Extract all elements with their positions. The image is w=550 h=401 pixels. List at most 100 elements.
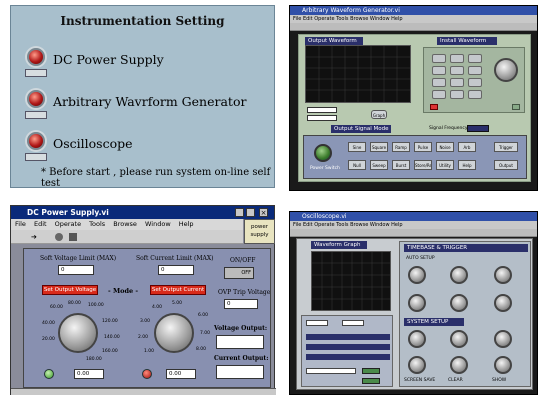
mode-button-ramp[interactable]: Ramp — [392, 142, 410, 152]
voltage-tick: 60.00 — [50, 305, 63, 310]
mode-button-pulse[interactable]: Pulse — [414, 142, 432, 152]
menu-browse[interactable]: Browse — [113, 220, 137, 228]
trigger-knob[interactable] — [494, 266, 512, 284]
awg-led[interactable] — [27, 90, 45, 108]
voltage-knob[interactable] — [58, 313, 98, 353]
open-file-button[interactable] — [362, 368, 380, 374]
toolbar[interactable] — [290, 23, 537, 31]
single-knob[interactable] — [450, 294, 468, 312]
system-setup-header: SYSTEM SETUP — [404, 318, 464, 326]
roll-knob[interactable] — [408, 294, 426, 312]
voltage-output-display — [216, 335, 264, 349]
menu-tools[interactable]: Tools — [89, 220, 105, 228]
current-limit-input[interactable]: 0 — [158, 265, 194, 275]
menu-bar[interactable]: File Edit Operate Tools Browse Window He… — [290, 221, 537, 229]
file-path-field[interactable] — [306, 368, 356, 374]
maximize-button[interactable] — [246, 208, 255, 217]
key[interactable] — [450, 54, 464, 63]
coupling-select[interactable] — [342, 320, 364, 326]
key[interactable] — [432, 78, 446, 87]
voltage-tick: 160.00 — [102, 349, 118, 354]
mode-button-square[interactable]: Square — [370, 142, 388, 152]
menu-window[interactable]: Window — [145, 220, 171, 228]
scope-right-panel: TIMEBASE & TRIGGER AUTO SETUP SYSTEM SET… — [399, 241, 531, 387]
mode-button-null[interactable]: Null — [348, 160, 366, 170]
key[interactable] — [450, 78, 464, 87]
main-knob[interactable] — [450, 266, 468, 284]
graph-button[interactable]: Graph — [371, 110, 387, 119]
mode-button-sine[interactable]: Sine — [348, 142, 366, 152]
coupling-bar[interactable] — [306, 354, 390, 360]
voltage-tick: 100.00 — [88, 303, 104, 308]
dc-power-button[interactable] — [25, 69, 47, 77]
current-tick: 4.00 — [152, 305, 163, 310]
cursors-knob[interactable] — [494, 330, 512, 348]
delay-knob[interactable] — [408, 266, 426, 284]
toolbar[interactable] — [290, 229, 537, 237]
menu-edit[interactable]: Edit — [34, 220, 47, 228]
onoff-switch[interactable]: OFF — [224, 267, 254, 279]
timebase-bar[interactable] — [306, 344, 390, 350]
stop-knob[interactable] — [494, 356, 512, 374]
frequency-knob[interactable] — [494, 58, 518, 82]
mode-button-panel: Power Switch Sine Square Ramp Pulse Nois… — [303, 135, 527, 179]
voltage-value[interactable]: 0.00 — [74, 369, 104, 379]
oscilloscope-led[interactable] — [27, 132, 45, 150]
ovp-input[interactable]: 0 — [224, 299, 258, 309]
waveform-grid — [306, 46, 410, 102]
save-file-button[interactable] — [362, 378, 380, 384]
oscilloscope-button[interactable] — [25, 153, 47, 161]
run-continuous-icon[interactable] — [55, 233, 63, 241]
delete-knob[interactable] — [450, 330, 468, 348]
awg-button[interactable] — [25, 111, 47, 119]
show-label: SHOW — [492, 378, 507, 383]
mode-button-noise[interactable]: Noise — [436, 142, 454, 152]
voltage-limit-input[interactable]: 0 — [58, 265, 94, 275]
measure-knob[interactable] — [408, 356, 426, 374]
key[interactable] — [432, 90, 446, 99]
panel-title: Instrumentation Setting — [60, 14, 225, 28]
key[interactable] — [450, 90, 464, 99]
power-switch[interactable] — [314, 144, 332, 162]
mode-button-utility[interactable]: Utility — [436, 160, 454, 170]
menu-bar[interactable]: File Edit Operate Tools Browse Window He… — [11, 219, 243, 230]
output-button[interactable]: Output — [494, 160, 518, 170]
menu-operate[interactable]: Operate — [55, 220, 81, 228]
trigger-button[interactable]: Trigger — [494, 142, 518, 152]
dc-power-led[interactable] — [27, 48, 45, 66]
horizontal-scrollbar[interactable] — [11, 388, 276, 395]
channel-knob[interactable] — [494, 294, 512, 312]
voltage-tick: 40.00 — [42, 321, 55, 326]
offset-field[interactable] — [307, 115, 337, 121]
current-value[interactable]: 0.00 — [166, 369, 196, 379]
key[interactable] — [468, 78, 482, 87]
key[interactable] — [468, 54, 482, 63]
mode-button-burst[interactable]: Burst — [392, 160, 410, 170]
menu-file[interactable]: File — [15, 220, 26, 228]
current-knob[interactable] — [154, 313, 194, 353]
key[interactable] — [468, 66, 482, 75]
mode-button-help[interactable]: Help — [458, 160, 476, 170]
channel-select[interactable] — [306, 320, 328, 326]
mode-button-sweep[interactable]: Sweep — [370, 160, 388, 170]
window-title: Oscilloscope.vi — [302, 213, 347, 220]
toolbar[interactable]: ➔ — [11, 230, 243, 244]
minimize-button[interactable] — [235, 208, 244, 217]
stop-icon[interactable] — [69, 233, 77, 241]
display-knob[interactable] — [408, 330, 426, 348]
menu-bar[interactable]: File Edit Operate Tools Browse Window He… — [290, 15, 537, 23]
trigger-level-bar[interactable] — [306, 334, 390, 340]
run-knob[interactable] — [450, 356, 468, 374]
key[interactable] — [432, 54, 446, 63]
current-output-label: Current Output: — [214, 355, 269, 362]
close-button[interactable]: × — [259, 208, 268, 217]
mode-button-arb[interactable]: Arb — [458, 142, 476, 152]
run-arrow-icon[interactable]: ➔ — [31, 233, 40, 241]
key[interactable] — [468, 90, 482, 99]
key[interactable] — [450, 66, 464, 75]
key[interactable] — [432, 66, 446, 75]
menu-help[interactable]: Help — [179, 220, 194, 228]
amplitude-field[interactable] — [307, 107, 337, 113]
mode-button-store-recall[interactable]: Store/Recall — [414, 160, 432, 170]
title-bar: Oscilloscope.vi — [290, 212, 537, 221]
